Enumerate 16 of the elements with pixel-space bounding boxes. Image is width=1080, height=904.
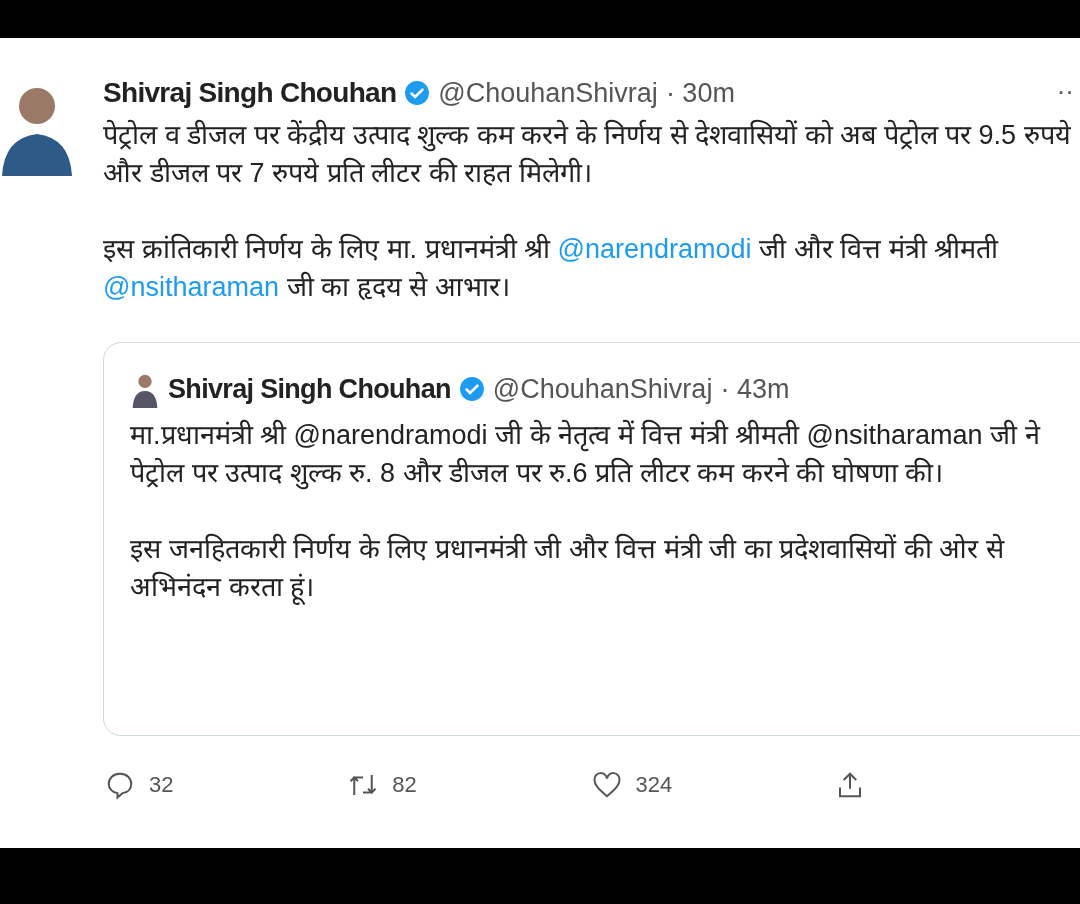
- author-name[interactable]: Shivraj Singh Chouhan: [103, 72, 397, 114]
- author-handle[interactable]: @ChouhanShivraj: [438, 72, 658, 114]
- author-name[interactable]: Shivraj Singh Chouhan: [168, 369, 451, 410]
- action-count: 32: [149, 771, 174, 799]
- action-count: 324: [635, 771, 673, 799]
- quoted-tweet-text: मा.प्रधानमंत्री श्री @narendramodi जी के नेतृत्व में वित्त मंत्री श्रीमती @nsitharaman जी ने पेट्रोल पर उत्पाद शुल्क रु. 8 और डीजल पर रु.6 प्रति लीटर कम करने की घोषणा की।: [130, 418, 1042, 492]
- author-handle[interactable]: @ChouhanShivraj: [492, 369, 713, 410]
- quoted-tweet-text: इस जनहितकारी निर्णय के लिए प्रधानमंत्री जी और वित्त मंत्री जी का प्रदेशवासियों की ओर से अभिनंदन करता हूं।: [130, 529, 1067, 606]
- tweet-text: पेट्रोल व डीजल पर केंद्रीय उत्पाद शुल्क कम करने के निर्णय से देशवासियों को अब पेट्रोल पर 9.5 रुपये और डीजल पर 7 रुपये प्रति लीटर की राहत मिलेगी।: [103, 118, 1072, 190]
- heart-icon[interactable]: [591, 769, 622, 800]
- quoted-tweet-card[interactable]: [103, 342, 1080, 736]
- tweet-time[interactable]: · 30m: [665, 72, 735, 114]
- tweet-text: इस क्रांतिकारी निर्णय के लिए मा. प्रधानमंत्री श्री @narendramodi जी और वित्त मंत्री श्रीमती @nsitharaman जी का हृदय से आभार।: [103, 232, 1000, 304]
- action-count: 82: [392, 771, 417, 799]
- more-icon[interactable]: ··: [1056, 72, 1074, 111]
- tweet-time[interactable]: · 43m: [720, 369, 790, 410]
